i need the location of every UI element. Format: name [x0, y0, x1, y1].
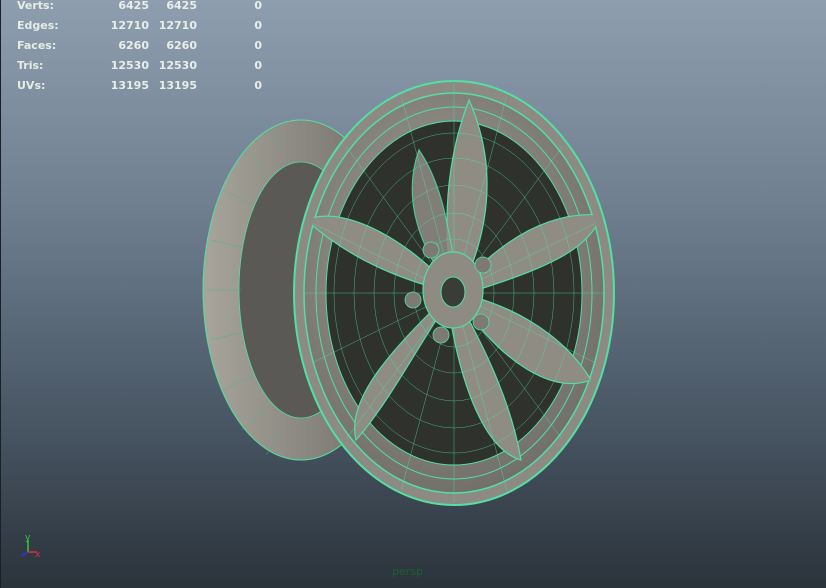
camera-name-label: persp — [392, 565, 423, 578]
axis-y-label: y — [25, 533, 31, 543]
viewport-persp[interactable]: Verts: 6425 6425 0 Edges: 12710 12710 0 … — [0, 0, 826, 588]
axis-z-line — [20, 551, 29, 557]
axis-gizmo: y x — [20, 533, 41, 560]
wheel-wireframe-model[interactable] — [1, 0, 826, 588]
axis-x-label: x — [35, 550, 41, 560]
